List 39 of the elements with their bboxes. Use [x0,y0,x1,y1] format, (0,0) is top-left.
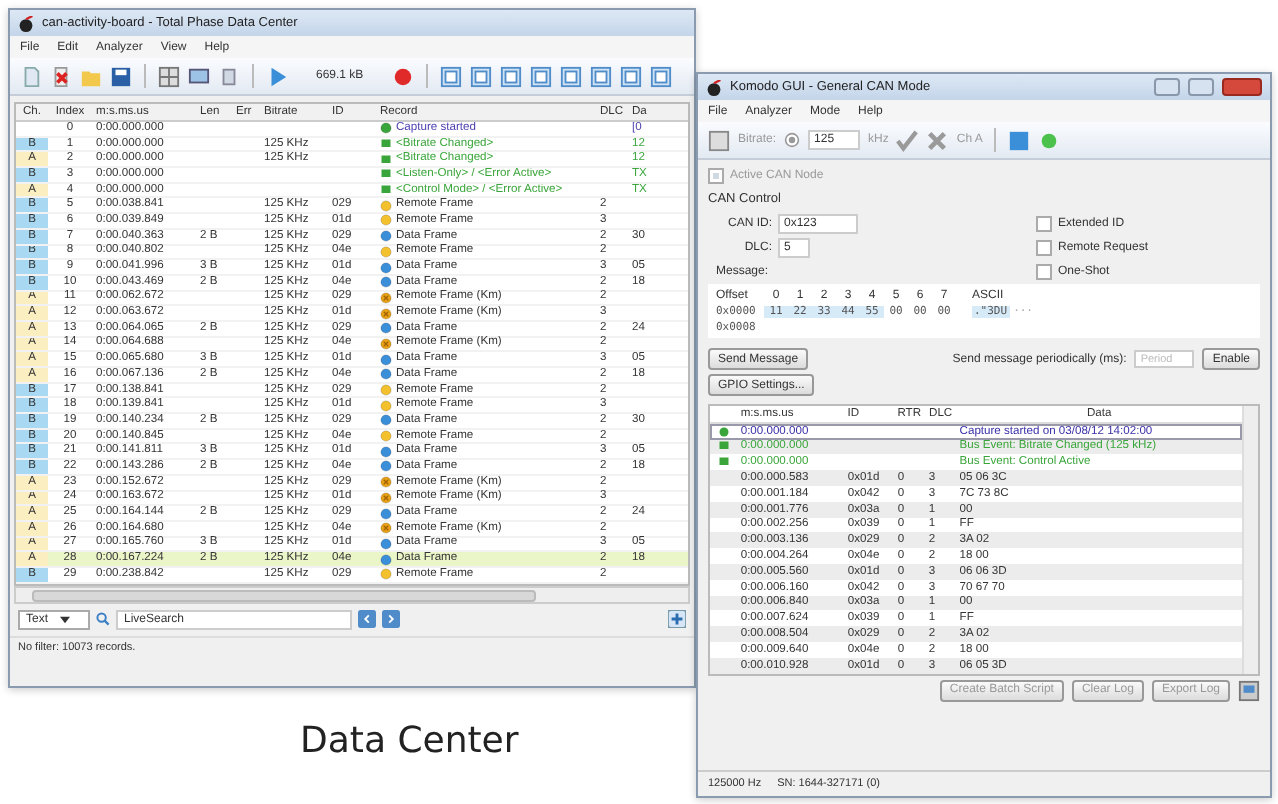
status-light-icon [1038,129,1061,151]
previous-icon[interactable] [358,610,376,629]
radio-button[interactable] [784,132,801,148]
play-icon[interactable] [266,65,288,87]
checkbox[interactable] [1036,239,1052,255]
app-icon [18,15,34,31]
device-icon[interactable] [218,65,240,87]
view-icon[interactable] [619,65,642,87]
view-icon[interactable] [499,65,522,87]
cross-icon[interactable] [926,129,949,151]
view-icon[interactable] [529,65,552,87]
new-file-icon[interactable] [20,65,42,87]
view-icon[interactable] [469,65,492,87]
checkbox[interactable] [708,167,724,183]
maximize-button[interactable] [1188,78,1214,96]
close-file-icon[interactable] [50,65,72,87]
save-icon[interactable] [110,65,132,87]
record-icon[interactable] [391,65,414,87]
check-icon[interactable] [896,129,919,151]
window-icon[interactable] [1238,679,1260,702]
checkbox[interactable] [1036,263,1052,279]
search-icon [96,612,110,627]
minimize-button[interactable] [1154,78,1180,96]
close-button[interactable] [1222,78,1262,96]
view-icon[interactable] [439,65,462,87]
view-icon[interactable] [559,65,582,87]
view-icon[interactable] [589,65,612,87]
add-icon[interactable] [668,610,686,629]
caption: Data Center [300,720,519,762]
square-icon[interactable] [1008,129,1031,151]
dot-icon [717,425,730,438]
checkbox[interactable] [1036,215,1052,231]
monitor-icon[interactable] [188,65,210,87]
vertical-scrollbar[interactable] [1242,406,1258,674]
app-icon [706,79,722,95]
view-icon[interactable] [649,65,672,87]
dot-icon [380,122,392,135]
caret-icon [60,615,71,624]
next-icon[interactable] [382,610,400,629]
